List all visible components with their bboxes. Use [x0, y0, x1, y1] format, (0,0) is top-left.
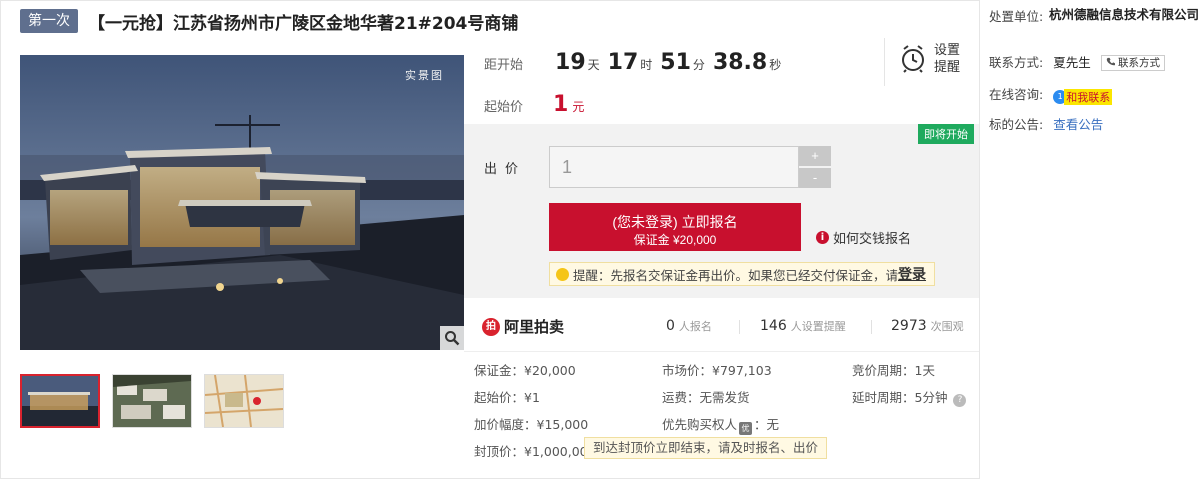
countdown: 距开始 19 天 17 时 51 分 38.8 秒 — [484, 50, 781, 75]
contact-name: 夏先生 — [1053, 55, 1091, 70]
login-tip: 提醒：先报名交保证金再出价。如果您已经交付保证金，请 登录 — [549, 262, 935, 286]
countdown-days: 19 — [555, 50, 586, 75]
image-watermark: 实景图 — [405, 69, 444, 82]
apply-button[interactable]: (您未登录) 立即报名 保证金 ¥20,000 — [549, 203, 801, 251]
phone-icon — [1106, 57, 1115, 66]
thumbnail-image — [22, 376, 98, 426]
reminder-count: 146 人设置提醒 — [760, 318, 846, 334]
countdown-minutes: 51 — [660, 50, 691, 75]
thumbnail-strip — [20, 374, 296, 428]
apply-button-label: (您未登录) 立即报名 — [612, 213, 738, 230]
how-to-pay-link[interactable]: i 如何交钱报名 — [816, 228, 911, 247]
countdown-hours: 17 — [607, 50, 639, 75]
increment-button[interactable]: + — [799, 146, 831, 166]
reminder-label: 设置提醒 — [934, 43, 961, 75]
cap-price-detail: 封顶价：¥1,000,000 — [474, 444, 596, 459]
zoom-button[interactable] — [440, 326, 464, 350]
help-icon[interactable]: ? — [953, 394, 967, 407]
contact-button[interactable]: 联系方式 — [1100, 55, 1166, 71]
tip-text: 提醒：先报名交保证金再出价。如果您已经交付保证金，请 — [573, 267, 899, 283]
market-price-detail: 市场价：¥797,103 — [662, 363, 772, 378]
start-price-label: 起始价 — [484, 100, 524, 115]
item-title: 【一元抢】江苏省扬州市广陵区金地华著21#204号商铺 — [88, 13, 519, 34]
title-row: 第一次 【一元抢】江苏省扬州市广陵区金地华著21#204号商铺 — [20, 8, 518, 34]
view-count: 2973 次围观 — [891, 318, 964, 334]
divider — [871, 320, 872, 334]
thumbnail-2[interactable] — [112, 374, 192, 428]
ali-logo-text: 阿里拍卖 — [504, 318, 565, 336]
building-photo — [20, 55, 464, 350]
notice-row: 标的公告: 查看公告 — [989, 117, 1104, 132]
seconds-unit: 秒 — [769, 58, 782, 72]
priority-buyer-detail: 优先购买权人优：无 — [662, 417, 780, 435]
bid-period-detail: 竞价周期：1天 — [852, 363, 935, 378]
stats-header: 拍 阿里拍卖 0 人报名 146 人设置提醒 2973 次围观 — [464, 298, 979, 352]
set-reminder-button[interactable]: 设置提醒 — [900, 42, 962, 76]
status-badge: 即将开始 — [918, 124, 974, 144]
ali-logo-icon: 拍 — [482, 317, 500, 336]
ali-auction-logo: 拍 阿里拍卖 — [482, 316, 564, 337]
chat-button[interactable]: 1 和我联系 — [1053, 89, 1113, 105]
deposit-detail: 保证金：¥20,000 — [474, 363, 576, 378]
hours-unit: 时 — [640, 58, 653, 72]
minutes-unit: 分 — [692, 58, 705, 72]
bid-input[interactable] — [549, 146, 799, 188]
bid-panel: 即将开始 出价 + - (您未登录) 立即报名 保证金 ¥20,000 i 如何… — [464, 124, 979, 298]
round-badge: 第一次 — [20, 9, 78, 33]
login-link[interactable]: 登录 — [898, 264, 926, 284]
chat-button-label: 和我联系 — [1064, 89, 1113, 105]
increment-detail: 加价幅度：¥15,000 — [474, 417, 589, 432]
countdown-label: 距开始 — [484, 58, 524, 73]
disposer-value: 杭州德融信息技术有限公司 — [1049, 7, 1200, 22]
main-image[interactable]: 实景图 — [20, 55, 464, 350]
info-icon: i — [816, 231, 829, 244]
thumbnail-3[interactable] — [204, 374, 284, 428]
decrement-button[interactable]: - — [799, 168, 831, 188]
lightbulb-icon — [556, 267, 569, 281]
thumbnail-1[interactable] — [20, 374, 100, 428]
priority-icon: 优 — [739, 422, 753, 435]
shipping-detail: 运费：无需发货 — [662, 390, 750, 405]
start-price-detail: 起始价：¥1 — [474, 390, 540, 405]
divider — [884, 38, 885, 86]
chat-row: 在线咨询: 1 和我联系 — [989, 87, 1113, 105]
thumbnail-image — [113, 375, 191, 427]
how-to-pay-text: 如何交钱报名 — [833, 232, 912, 247]
countdown-seconds: 38.8 — [712, 50, 768, 75]
signup-count: 0 人报名 — [666, 318, 712, 334]
apply-button-deposit: 保证金 ¥20,000 — [633, 232, 717, 247]
disposer-label: 处置单位: — [989, 9, 1044, 24]
notice-link[interactable]: 查看公告 — [1053, 117, 1103, 132]
delay-period-detail: 延时周期：5分钟? — [852, 387, 967, 407]
days-unit: 天 — [587, 58, 600, 72]
start-price-value: 1 — [553, 92, 569, 117]
magnifier-icon — [445, 331, 460, 346]
bid-label: 出价 — [484, 162, 527, 177]
start-price-unit: 元 — [572, 100, 585, 114]
bid-stepper: + - — [799, 146, 831, 188]
thumbnail-image — [205, 375, 283, 427]
divider — [739, 320, 740, 334]
contact-row: 联系方式: 夏先生 联系方式 — [989, 52, 1166, 71]
cap-price-note: 到达封顶价立即结束，请及时报名、出价 — [584, 437, 828, 459]
start-price: 起始价 1 元 — [484, 92, 584, 117]
alarm-clock-icon — [902, 45, 924, 73]
